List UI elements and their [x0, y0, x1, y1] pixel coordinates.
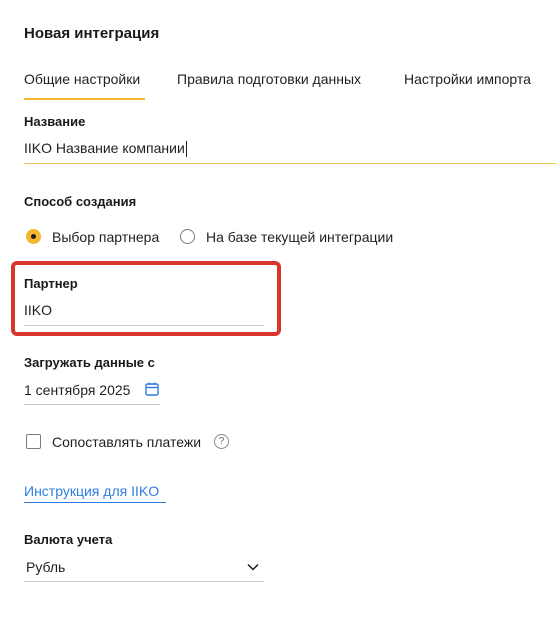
- radio-option-partner[interactable]: Выбор партнера: [24, 228, 174, 246]
- creation-method-label: Способ создания: [24, 194, 137, 209]
- tab-import-settings[interactable]: Настройки импорта: [404, 71, 531, 87]
- partner-field-label: Партнер: [24, 276, 78, 291]
- match-payments-checkbox[interactable]: [26, 434, 41, 449]
- load-from-date-input[interactable]: 1 сентября 2025: [24, 382, 130, 398]
- instruction-link-underline: [24, 502, 166, 503]
- radio-partner-label: Выбор партнера: [52, 229, 160, 245]
- active-tab-indicator: [24, 98, 145, 100]
- calendar-icon[interactable]: [144, 381, 160, 397]
- text-caret: [185, 140, 187, 157]
- load-from-label: Загружать данные с: [24, 355, 155, 370]
- tab-data-preparation-rules[interactable]: Правила подготовки данных: [177, 71, 361, 87]
- currency-select[interactable]: Рубль: [24, 556, 264, 580]
- partner-input-underline: [24, 325, 264, 326]
- radio-current-integration-label: На базе текущей интеграции: [206, 229, 394, 245]
- name-input-value: IIKO Название компании: [24, 140, 185, 156]
- help-icon[interactable]: ?: [214, 434, 229, 449]
- chevron-down-icon: [246, 560, 260, 574]
- radio-unchecked-icon: [180, 229, 195, 244]
- currency-label: Валюта учета: [24, 532, 113, 547]
- currency-select-value: Рубль: [26, 559, 66, 575]
- instruction-link[interactable]: Инструкция для IIKO: [24, 483, 159, 499]
- name-field-label: Название: [24, 114, 86, 129]
- currency-select-underline: [24, 581, 264, 582]
- name-input-underline: [24, 163, 556, 164]
- match-payments-label: Сопоставлять платежи: [52, 434, 202, 450]
- name-input[interactable]: IIKO Название компании: [24, 140, 187, 160]
- tab-general-settings[interactable]: Общие настройки: [24, 71, 140, 87]
- page-title: Новая интеграция: [24, 25, 160, 42]
- radio-checked-icon: [26, 229, 41, 244]
- partner-input[interactable]: IIKO: [24, 302, 52, 318]
- radio-option-current-integration[interactable]: На базе текущей интеграции: [179, 228, 419, 246]
- load-from-underline: [24, 404, 160, 405]
